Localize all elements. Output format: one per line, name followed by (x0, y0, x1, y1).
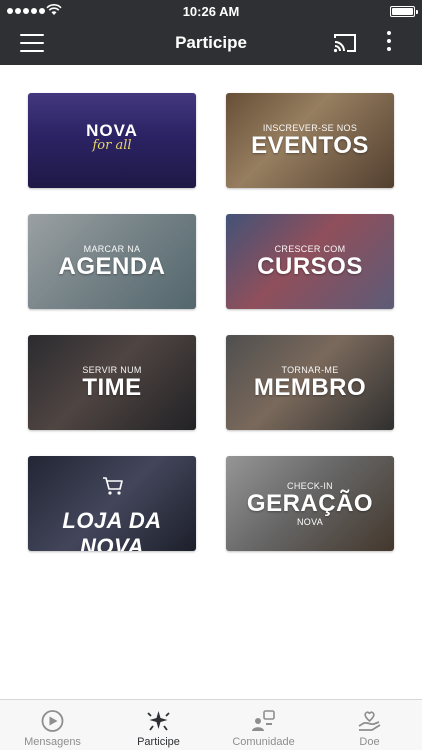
card-agenda[interactable]: MARCAR NA AGENDA (28, 214, 196, 309)
card-eventos[interactable]: INSCREVER-SE NOS EVENTOS (226, 93, 394, 188)
card-time-title: TIME (82, 373, 142, 401)
card-loja[interactable]: LOJA DA NOVA (28, 456, 196, 551)
tab-participe[interactable]: Participe (106, 700, 211, 751)
card-geracao-title: GERAÇÃO (246, 489, 374, 517)
tab-label: Doe (359, 736, 380, 748)
sparkle-hands-icon (147, 711, 170, 731)
card-agenda-pre: MARCAR NA (83, 243, 141, 254)
tab-bar: Mensagens Participe Comunidade Doe (0, 699, 422, 750)
card-membro-title: MEMBRO (253, 373, 367, 401)
card-membro-pre: TORNAR-ME (281, 364, 339, 375)
card-agenda-title: AGENDA (58, 252, 166, 280)
cart-icon (103, 477, 123, 495)
page-title: Participe (175, 33, 247, 52)
status-time: 10:26 AM (182, 4, 240, 19)
card-geracao-pre: CHECK-IN (287, 480, 333, 491)
cast-icon[interactable] (333, 32, 357, 54)
card-eventos-title: EVENTOS (251, 131, 369, 159)
status-bar: 10:26 AM (0, 0, 422, 22)
card-eventos-pre: INSCREVER-SE NOS (262, 122, 358, 133)
logo-subtitle: for all (92, 138, 132, 153)
tab-label: Comunidade (232, 736, 295, 748)
card-time[interactable]: SERVIR NUM TIME (28, 335, 196, 430)
nova-for-all-logo: NOVA for all (28, 121, 196, 153)
tab-label: Mensagens (24, 736, 81, 748)
card-geracao-post: NOVA (296, 516, 324, 527)
card-geracao[interactable]: CHECK-IN GERAÇÃO NOVA (226, 456, 394, 551)
card-cursos-title: CURSOS (257, 252, 363, 280)
card-loja-title: LOJA DA NOVA (62, 508, 162, 551)
battery-icon (390, 6, 418, 17)
more-options-icon[interactable] (386, 31, 392, 55)
card-cursos[interactable]: CRESCER COM CURSOS (226, 214, 394, 309)
tab-doe[interactable]: Doe (317, 700, 422, 751)
heart-hand-icon (358, 711, 381, 731)
people-icon (252, 710, 275, 731)
play-circle-icon (41, 710, 64, 732)
tab-mensagens[interactable]: Mensagens (0, 700, 105, 751)
app-bar: Participe (0, 22, 422, 65)
card-membro[interactable]: TORNAR-ME MEMBRO (226, 335, 394, 430)
card-time-pre: SERVIR NUM (82, 364, 142, 375)
card-nova-for-all[interactable]: NOVA for all (28, 93, 196, 188)
tab-label: Participe (137, 736, 180, 748)
tab-comunidade[interactable]: Comunidade (211, 700, 316, 751)
card-cursos-pre: CRESCER COM (274, 243, 346, 254)
